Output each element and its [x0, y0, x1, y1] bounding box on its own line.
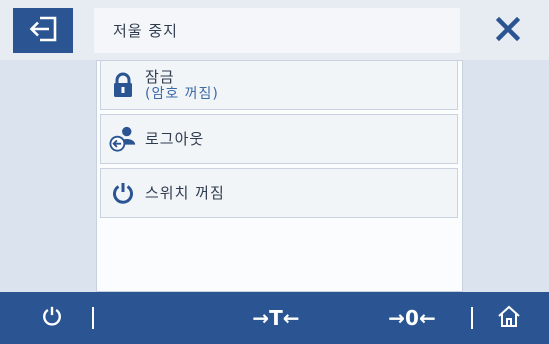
close-button[interactable]	[478, 8, 538, 53]
footer-divider	[471, 307, 473, 329]
close-icon	[495, 16, 521, 45]
footer-toolbar: →T← →0←	[0, 292, 549, 344]
zero-label: →0←	[388, 306, 436, 330]
menu-item-logout[interactable]: 로그아웃	[100, 114, 458, 164]
page-title: 저울 중지	[113, 22, 178, 40]
power-button[interactable]	[30, 292, 74, 344]
power-icon	[41, 305, 63, 331]
footer-divider	[92, 307, 94, 329]
menu-item-label: 스위치 꺼짐	[145, 184, 225, 202]
menu-item-sublabel: (암호 꺼짐)	[145, 85, 219, 102]
menu-item-label: 잠금	[145, 67, 175, 86]
power-icon	[109, 179, 137, 207]
exit-arrow-icon	[28, 16, 58, 46]
tare-label: →T←	[252, 306, 300, 330]
page-title-box: 저울 중지	[94, 8, 460, 53]
back-button[interactable]	[13, 8, 73, 53]
left-side-panel	[0, 60, 96, 292]
tare-button[interactable]: →T←	[236, 292, 316, 344]
home-button[interactable]	[487, 292, 531, 344]
zero-button[interactable]: →0←	[372, 292, 452, 344]
lock-icon	[109, 71, 137, 99]
menu-item-lock[interactable]: 잠금 (암호 꺼짐)	[100, 60, 458, 110]
logout-user-icon	[109, 125, 137, 153]
right-side-panel	[463, 60, 549, 292]
menu-item-switch-off[interactable]: 스위치 꺼짐	[100, 168, 458, 218]
home-icon	[497, 304, 521, 332]
menu-item-label: 로그아웃	[145, 130, 205, 148]
header-bar: 저울 중지	[0, 0, 549, 60]
